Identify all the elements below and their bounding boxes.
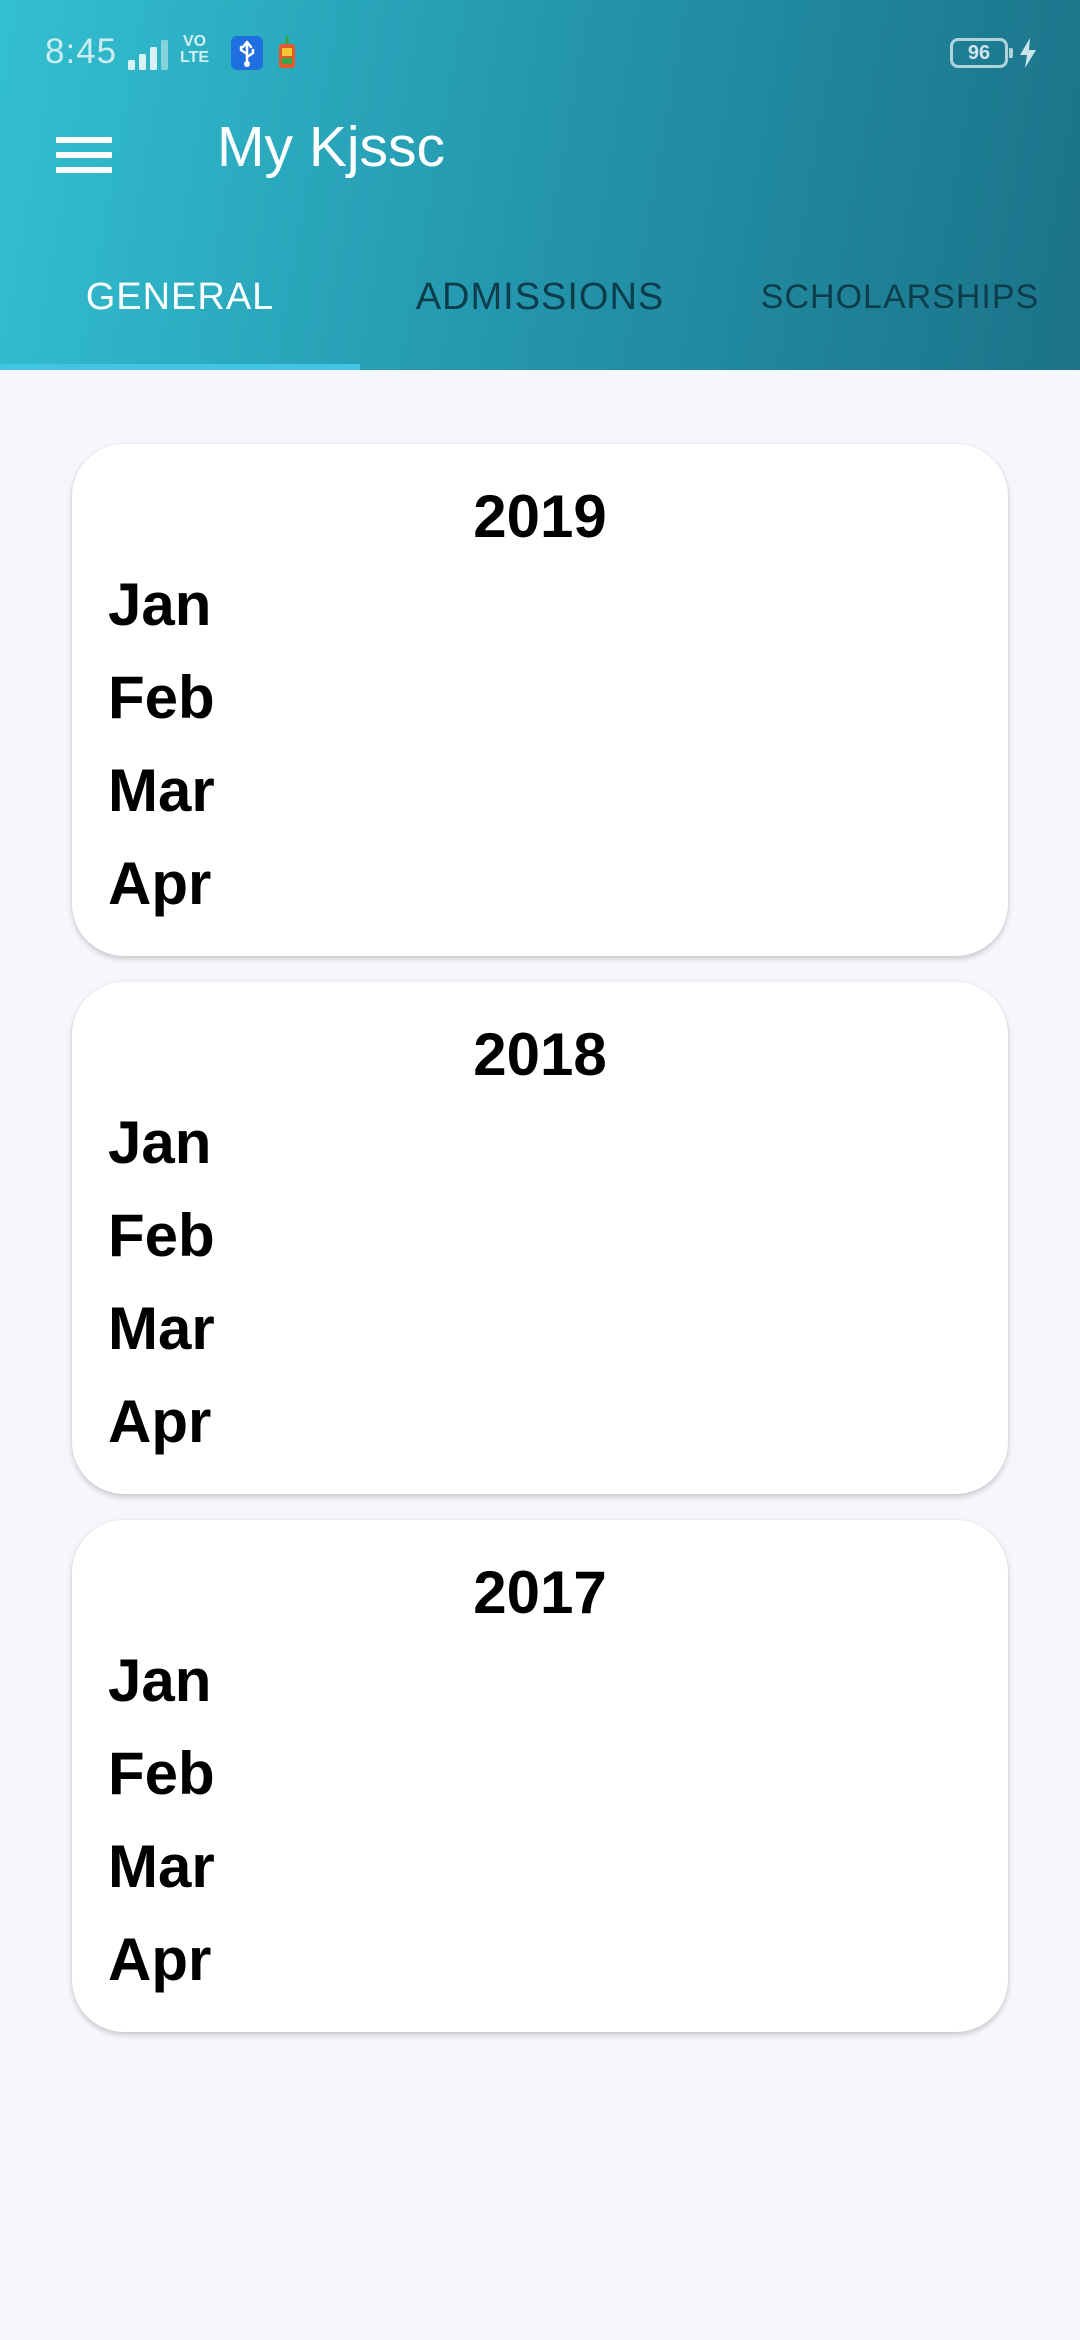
tab-admissions[interactable]: ADMISSIONS [360, 250, 720, 370]
hamburger-menu-button[interactable] [40, 110, 130, 200]
battery-icon: 96 [950, 38, 1013, 68]
app-bar: My Kjssc [0, 100, 1080, 250]
month-item[interactable]: Jan [108, 570, 215, 663]
month-item[interactable]: Apr [108, 849, 215, 942]
app-header: 8:45 VO LTE 96 My Kjssc GENERAL ADMISSIO… [0, 0, 1080, 370]
tab-general-label: GENERAL [85, 275, 275, 318]
year-card-2019[interactable]: 2019 Jan Feb Mar Apr [72, 444, 1008, 956]
month-item[interactable]: Apr [108, 1925, 215, 2018]
tab-scholarships-label: SCHOLARSHIPS [760, 277, 1040, 316]
month-item[interactable]: Mar [108, 756, 215, 849]
tab-bar: GENERAL ADMISSIONS SCHOLARSHIPS [0, 250, 1080, 370]
month-item[interactable]: Mar [108, 1294, 215, 1387]
month-item[interactable]: Jan [108, 1108, 215, 1201]
hamburger-menu-icon [56, 137, 112, 173]
month-item[interactable]: Feb [108, 1201, 215, 1294]
app-notification-icon [279, 36, 295, 68]
volte-label: VO LTE [180, 33, 210, 66]
app-title: My Kjssc [217, 115, 445, 179]
tab-general[interactable]: GENERAL [0, 250, 360, 370]
month-list: Jan Feb Mar Apr [108, 1646, 215, 2018]
year-card-2018[interactable]: 2018 Jan Feb Mar Apr [72, 982, 1008, 1494]
usb-debug-icon [231, 36, 263, 70]
month-list: Jan Feb Mar Apr [108, 570, 215, 942]
month-item[interactable]: Apr [108, 1387, 215, 1480]
status-time: 8:45 [45, 32, 118, 71]
card-year-title: 2017 [473, 1559, 607, 1626]
month-item[interactable]: Feb [108, 1739, 215, 1832]
active-tab-indicator [0, 364, 360, 370]
signal-icon [128, 40, 168, 70]
tab-admissions-label: ADMISSIONS [415, 275, 665, 318]
charging-icon [1020, 38, 1036, 68]
year-card-2017[interactable]: 2017 Jan Feb Mar Apr [72, 1520, 1008, 2032]
card-year-title: 2019 [473, 483, 607, 550]
battery-level: 96 [967, 42, 991, 64]
tab-scholarships[interactable]: SCHOLARSHIPS [720, 250, 1080, 370]
month-item[interactable]: Mar [108, 1832, 215, 1925]
month-item[interactable]: Feb [108, 663, 215, 756]
month-item[interactable]: Jan [108, 1646, 215, 1739]
card-year-title: 2018 [473, 1021, 607, 1088]
volte-icon: VO LTE [180, 34, 209, 66]
status-bar: 8:45 VO LTE 96 [0, 0, 1080, 110]
month-list: Jan Feb Mar Apr [108, 1108, 215, 1480]
